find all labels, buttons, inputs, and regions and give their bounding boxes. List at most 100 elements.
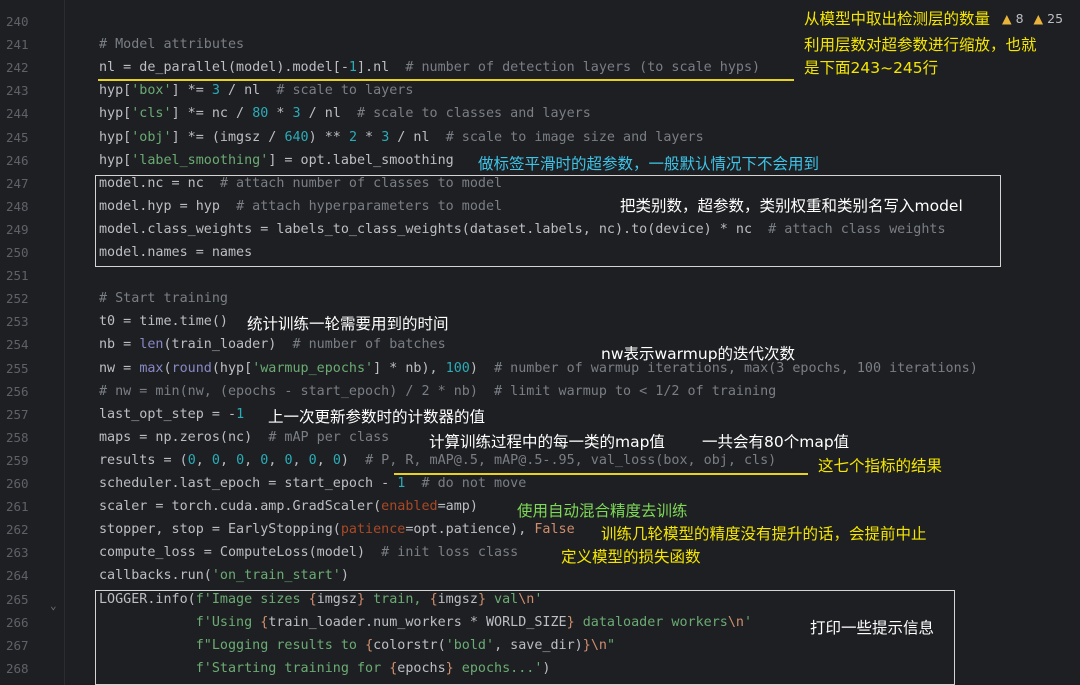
code-token: , <box>316 452 333 468</box>
code-token: ] = opt.label_smoothing <box>268 152 454 168</box>
code-line[interactable]: 257 last_opt_step = -1 <box>0 403 1080 426</box>
annotation-write-model: 把类别数，超参数，类别权重和类别名写入model <box>620 197 963 215</box>
code-text[interactable]: stopper, stop = EarlyStopping(patience=o… <box>99 518 575 541</box>
line-number: 254 <box>6 337 29 353</box>
line-number: 258 <box>6 429 29 445</box>
code-token: len <box>139 337 164 353</box>
code-token: , <box>195 452 212 468</box>
code-text[interactable]: scheduler.last_epoch = start_epoch - 1 #… <box>99 472 526 495</box>
code-token: ) <box>340 568 349 584</box>
annotation-map-count: 一共会有80个map值 <box>702 433 850 451</box>
code-text[interactable]: last_opt_step = -1 <box>99 403 244 426</box>
code-token: # mAP per class <box>268 429 390 445</box>
code-token: callbacks.run( <box>99 568 212 584</box>
code-token: # Model attributes <box>99 37 245 53</box>
line-number: 263 <box>6 545 29 561</box>
code-token: scaler = torch.cuda.amp.GradScaler( <box>99 499 382 515</box>
nl-underline <box>98 79 794 81</box>
code-text[interactable]: hyp['box'] *= 3 / nl # scale to layers <box>99 79 413 102</box>
code-text[interactable]: callbacks.run('on_train_start') <box>99 564 349 587</box>
code-token: 640 <box>284 129 309 145</box>
line-number: 256 <box>6 383 29 399</box>
weak-warning-icon: ▲ <box>1002 11 1012 26</box>
code-text[interactable]: nl = de_parallel(model).model[-1].nl # n… <box>99 56 760 79</box>
inspection-widget[interactable]: ▲ 8 ▲ 25 <box>1002 11 1063 26</box>
code-text[interactable]: # Start training <box>99 287 228 310</box>
line-number: 240 <box>6 14 29 29</box>
code-line[interactable]: 264 callbacks.run('on_train_start') <box>0 564 1080 587</box>
line-number: 252 <box>6 291 29 307</box>
code-text[interactable]: nb = len(train_loader) # number of batch… <box>99 333 446 356</box>
model-attrs-highlight-box <box>95 175 1001 267</box>
code-token: # scale to classes and layers <box>357 106 591 122</box>
code-text[interactable]: compute_loss = ComputeLoss(model) # init… <box>99 541 518 564</box>
code-token: 'obj' <box>131 129 172 145</box>
code-text[interactable]: nw = max(round(hyp['warmup_epochs'] * nb… <box>99 357 978 380</box>
code-token: compute_loss = ComputeLoss(model) <box>99 545 382 561</box>
code-line[interactable]: 253 t0 = time.time() <box>0 310 1080 333</box>
line-number: 247 <box>6 175 29 191</box>
line-number: 264 <box>6 568 29 584</box>
line-number: 259 <box>6 452 29 468</box>
code-token: 2 <box>348 129 357 145</box>
code-token: hyp[ <box>99 152 132 168</box>
annotation-amp: 使用自动混合精度去训练 <box>517 502 688 520</box>
code-text[interactable]: t0 = time.time() <box>99 310 228 333</box>
line-number: 244 <box>6 106 29 122</box>
code-token: # do not move <box>421 476 527 491</box>
code-text[interactable]: # nw = min(nw, (epochs - start_epoch) / … <box>99 380 776 403</box>
fold-chevron-icon[interactable]: ⌄ <box>50 599 57 612</box>
code-token: 80 <box>252 106 269 122</box>
code-token: t0 = time.time() <box>99 314 228 330</box>
code-token: , <box>219 452 237 468</box>
code-line[interactable]: 245 hyp['obj'] *= (imgsz / 640) ** 2 * 3 … <box>0 126 1080 149</box>
code-text[interactable]: maps = np.zeros(nc) # mAP per class <box>99 426 389 449</box>
line-number: 241 <box>6 37 29 53</box>
code-line[interactable]: 252 # Start training <box>0 287 1080 310</box>
code-line[interactable]: 256 # nw = min(nw, (epochs - start_epoch)… <box>0 380 1080 403</box>
results-underline <box>394 473 808 475</box>
code-token: 'on_train_start' <box>211 568 341 584</box>
code-token: # Start training <box>99 291 228 307</box>
line-number: 257 <box>6 406 29 422</box>
code-token: # number of detection layers (to scale h… <box>405 60 761 76</box>
line-number: 246 <box>6 152 29 168</box>
code-token: , <box>268 452 285 468</box>
code-text[interactable]: hyp['label_smoothing'] = opt.label_smoot… <box>99 149 454 172</box>
weak-warning-count: 8 <box>1015 11 1024 26</box>
code-token: 'label_smoothing' <box>131 152 269 168</box>
code-token: nw = <box>99 360 140 376</box>
code-token: =opt.patience), <box>405 522 535 538</box>
code-line[interactable]: 254 nb = len(train_loader) # number of ba… <box>0 333 1080 356</box>
code-token: * <box>357 129 382 145</box>
annotation-loss-fn: 定义模型的损失函数 <box>561 548 701 566</box>
line-number: 268 <box>6 660 29 676</box>
code-token: 'warmup_epochs' <box>252 360 374 376</box>
code-line[interactable]: 244 hyp['cls'] *= nc / 80 * 3 / nl # scal… <box>0 102 1080 125</box>
annotation-epoch-time: 统计训练一轮需要用到的时间 <box>247 315 449 333</box>
code-token: results = ( <box>99 452 188 468</box>
code-text[interactable]: hyp['cls'] *= nc / 80 * 3 / nl # scale t… <box>99 102 591 125</box>
code-line[interactable]: 255 nw = max(round(hyp['warmup_epochs'] *… <box>0 357 1080 380</box>
code-token: / nl <box>389 129 446 145</box>
line-number: 245 <box>6 129 29 145</box>
line-number: 260 <box>6 476 29 491</box>
code-text[interactable]: # Model attributes <box>99 33 244 56</box>
code-token: ) <box>340 452 366 468</box>
code-line[interactable]: 251 <box>0 264 1080 287</box>
code-editor[interactable]: 240 241 # Model attributes 242 nl = de_paral… <box>0 0 1080 685</box>
line-number: 242 <box>6 60 29 76</box>
annotation-early-stop: 训练几轮模型的精度没有提升的话，会提前中止 <box>601 525 927 543</box>
code-line[interactable]: 243 hyp['box'] *= 3 / nl # scale to layer… <box>0 79 1080 102</box>
line-number: 243 <box>6 83 29 99</box>
code-text[interactable]: scaler = torch.cuda.amp.GradScaler(enabl… <box>99 495 478 518</box>
line-number: 248 <box>6 198 29 214</box>
code-token: nb = <box>99 337 140 353</box>
line-number: 267 <box>6 637 29 653</box>
code-token: * <box>268 106 293 122</box>
line-number: 249 <box>6 221 29 237</box>
code-token: # nw = min(nw, (epochs - start_epoch) / … <box>99 383 777 399</box>
code-token: =amp) <box>437 499 478 515</box>
code-text[interactable]: hyp['obj'] *= (imgsz / 640) ** 2 * 3 / n… <box>99 126 704 149</box>
line-number: 255 <box>6 360 29 376</box>
